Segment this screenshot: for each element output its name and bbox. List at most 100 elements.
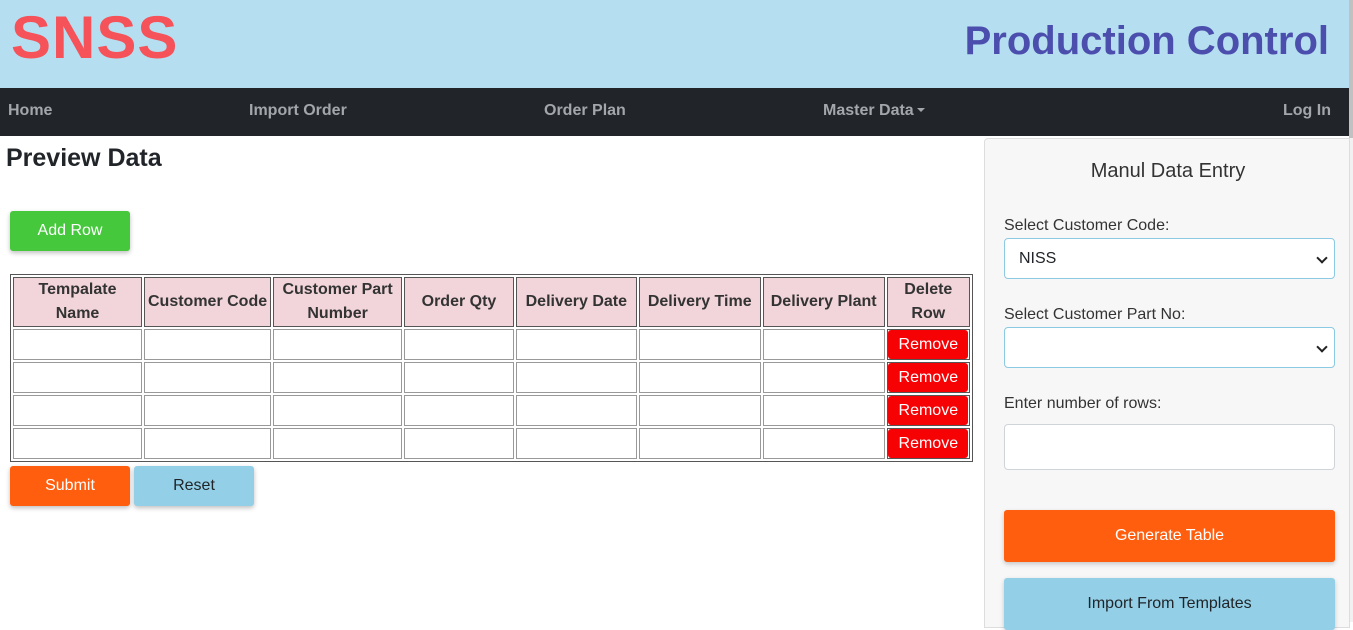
remove-row-button[interactable]: Remove bbox=[888, 396, 969, 425]
add-row-button[interactable]: Add Row bbox=[10, 211, 130, 251]
column-header-delivery-plant: Delivery Plant bbox=[762, 277, 885, 327]
table-cell bbox=[762, 395, 885, 426]
brand-logo[interactable]: SNSS bbox=[11, 8, 178, 68]
manual-entry-panel: Manul Data Entry Select Customer Code: N… bbox=[984, 138, 1350, 630]
delivery-time-input[interactable] bbox=[638, 428, 761, 459]
table-cell bbox=[404, 362, 514, 393]
delivery-date-input[interactable] bbox=[515, 362, 637, 393]
delivery-plant-input[interactable] bbox=[762, 395, 885, 426]
delivery-plant-input[interactable] bbox=[762, 428, 885, 459]
table-cell bbox=[404, 329, 514, 360]
table-row: Remove bbox=[12, 329, 970, 360]
delivery-time-input[interactable] bbox=[638, 395, 761, 426]
customer-part-number-input[interactable] bbox=[273, 362, 403, 393]
number-of-rows-input[interactable] bbox=[1004, 424, 1335, 470]
order-qty-input[interactable] bbox=[404, 362, 514, 393]
page-title: Preview Data bbox=[6, 144, 162, 172]
template-name-input[interactable] bbox=[12, 395, 143, 426]
main-navbar: Home Import Order Order Plan Master Data… bbox=[0, 88, 1349, 136]
customer-code-label: Select Customer Code: bbox=[1004, 217, 1170, 234]
table-cell bbox=[12, 395, 143, 426]
remove-row-button[interactable]: Remove bbox=[888, 429, 969, 458]
delivery-plant-input[interactable] bbox=[762, 362, 885, 393]
table-cell bbox=[515, 329, 637, 360]
table-cell: Remove bbox=[886, 428, 970, 459]
order-qty-input[interactable] bbox=[404, 329, 514, 360]
nav-import-order[interactable]: Import Order bbox=[249, 102, 347, 120]
column-header-delivery-time: Delivery Time bbox=[638, 277, 761, 327]
nav-master-data-dropdown[interactable]: Master Data bbox=[823, 102, 925, 120]
template-name-input[interactable] bbox=[12, 329, 143, 360]
table-cell bbox=[273, 362, 403, 393]
customer-part-number-input[interactable] bbox=[273, 428, 403, 459]
top-header: SNSS Production Control bbox=[0, 0, 1349, 88]
reset-button[interactable]: Reset bbox=[134, 466, 254, 506]
app-title: Production Control bbox=[964, 19, 1329, 63]
nav-master-data-label: Master Data bbox=[823, 102, 914, 119]
table-cell bbox=[12, 428, 143, 459]
remove-row-button[interactable]: Remove bbox=[888, 330, 969, 359]
table-cell bbox=[638, 362, 761, 393]
chevron-down-icon bbox=[1316, 252, 1328, 264]
delivery-time-input[interactable] bbox=[638, 329, 761, 360]
table-cell bbox=[638, 428, 761, 459]
import-from-templates-button[interactable]: Import From Templates bbox=[1004, 578, 1335, 630]
template-name-input[interactable] bbox=[12, 428, 143, 459]
chevron-down-icon bbox=[1316, 341, 1328, 353]
order-qty-input[interactable] bbox=[404, 395, 514, 426]
generate-table-button[interactable]: Generate Table bbox=[1004, 510, 1335, 562]
customer-code-input[interactable] bbox=[144, 428, 272, 459]
nav-order-plan[interactable]: Order Plan bbox=[544, 102, 626, 120]
table-cell: Remove bbox=[886, 329, 970, 360]
customer-code-select[interactable]: NISS bbox=[1004, 238, 1335, 279]
column-header-template-name: Tempalate Name bbox=[13, 277, 143, 327]
panel-title: Manul Data Entry bbox=[1090, 160, 1246, 182]
table-cell bbox=[515, 395, 637, 426]
caret-down-icon bbox=[916, 108, 925, 112]
table-cell bbox=[144, 329, 272, 360]
customer-part-number-input[interactable] bbox=[273, 395, 403, 426]
submit-button[interactable]: Submit bbox=[10, 466, 130, 506]
column-header-customer-code: Customer Code bbox=[144, 277, 272, 327]
table-cell bbox=[762, 329, 885, 360]
table-cell bbox=[762, 362, 885, 393]
delivery-plant-input[interactable] bbox=[762, 329, 885, 360]
table-row: Remove bbox=[12, 428, 970, 459]
delivery-time-input[interactable] bbox=[638, 362, 761, 393]
table-cell bbox=[762, 428, 885, 459]
nav-login[interactable]: Log In bbox=[1283, 102, 1331, 120]
delivery-date-input[interactable] bbox=[515, 329, 637, 360]
table-cell bbox=[12, 329, 143, 360]
table-header-row: Tempalate Name Customer Code Customer Pa… bbox=[13, 277, 970, 327]
customer-part-number-input[interactable] bbox=[273, 329, 403, 360]
table-cell bbox=[144, 428, 272, 459]
order-qty-input[interactable] bbox=[404, 428, 514, 459]
table-cell: Remove bbox=[886, 395, 970, 426]
customer-code-input[interactable] bbox=[144, 395, 272, 426]
customer-code-input[interactable] bbox=[144, 362, 272, 393]
table-cell bbox=[515, 362, 637, 393]
table-row: Remove bbox=[12, 362, 970, 393]
table-cell bbox=[12, 362, 143, 393]
table-cell bbox=[273, 395, 403, 426]
table-cell bbox=[273, 428, 403, 459]
table-cell: Remove bbox=[886, 362, 970, 393]
table-cell bbox=[404, 395, 514, 426]
customer-code-selected-value: NISS bbox=[1019, 250, 1057, 267]
table-cell bbox=[273, 329, 403, 360]
number-of-rows-label: Enter number of rows: bbox=[1004, 395, 1162, 412]
table-row: Remove bbox=[12, 395, 970, 426]
page-scrollbar-thumb[interactable] bbox=[1349, 0, 1353, 138]
customer-code-input[interactable] bbox=[144, 329, 272, 360]
customer-part-no-select[interactable] bbox=[1004, 327, 1335, 368]
template-name-input[interactable] bbox=[12, 362, 143, 393]
table-cell bbox=[638, 329, 761, 360]
column-header-delete-row: Delete Row bbox=[886, 277, 970, 327]
table-cell bbox=[515, 428, 637, 459]
customer-part-no-label: Select Customer Part No: bbox=[1004, 306, 1186, 323]
remove-row-button[interactable]: Remove bbox=[888, 363, 969, 392]
table-cell bbox=[404, 428, 514, 459]
delivery-date-input[interactable] bbox=[515, 395, 637, 426]
delivery-date-input[interactable] bbox=[515, 428, 637, 459]
nav-home[interactable]: Home bbox=[8, 102, 52, 120]
